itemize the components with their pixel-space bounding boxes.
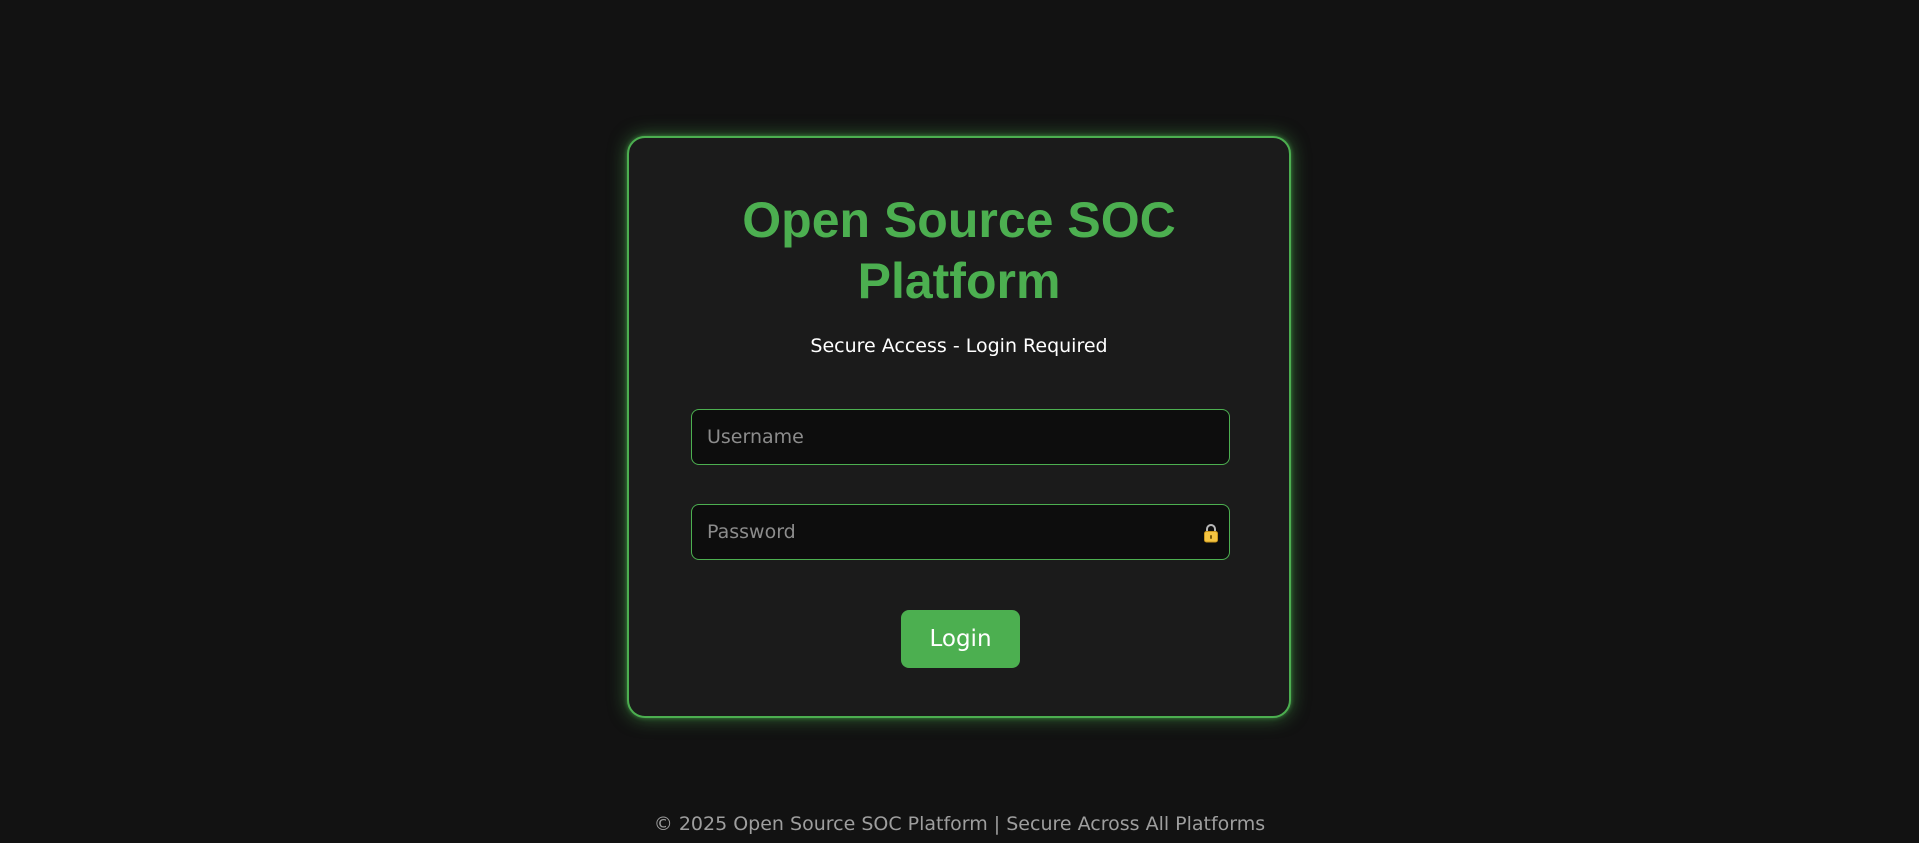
footer-copyright: © 2025 Open Source SOC Platform | Secure… [653, 813, 1266, 835]
page-title: Open Source SOC Platform [742, 192, 1176, 309]
password-input[interactable] [692, 505, 1229, 559]
lock-icon [1204, 524, 1218, 543]
password-field-wrapper [691, 504, 1230, 560]
login-button[interactable]: Login [901, 610, 1020, 668]
username-field-wrapper [691, 409, 1230, 465]
login-subtitle: Secure Access - Login Required [810, 335, 1108, 357]
login-card: Open Source SOC Platform Secure Access -… [627, 136, 1291, 718]
username-input[interactable] [692, 410, 1229, 464]
